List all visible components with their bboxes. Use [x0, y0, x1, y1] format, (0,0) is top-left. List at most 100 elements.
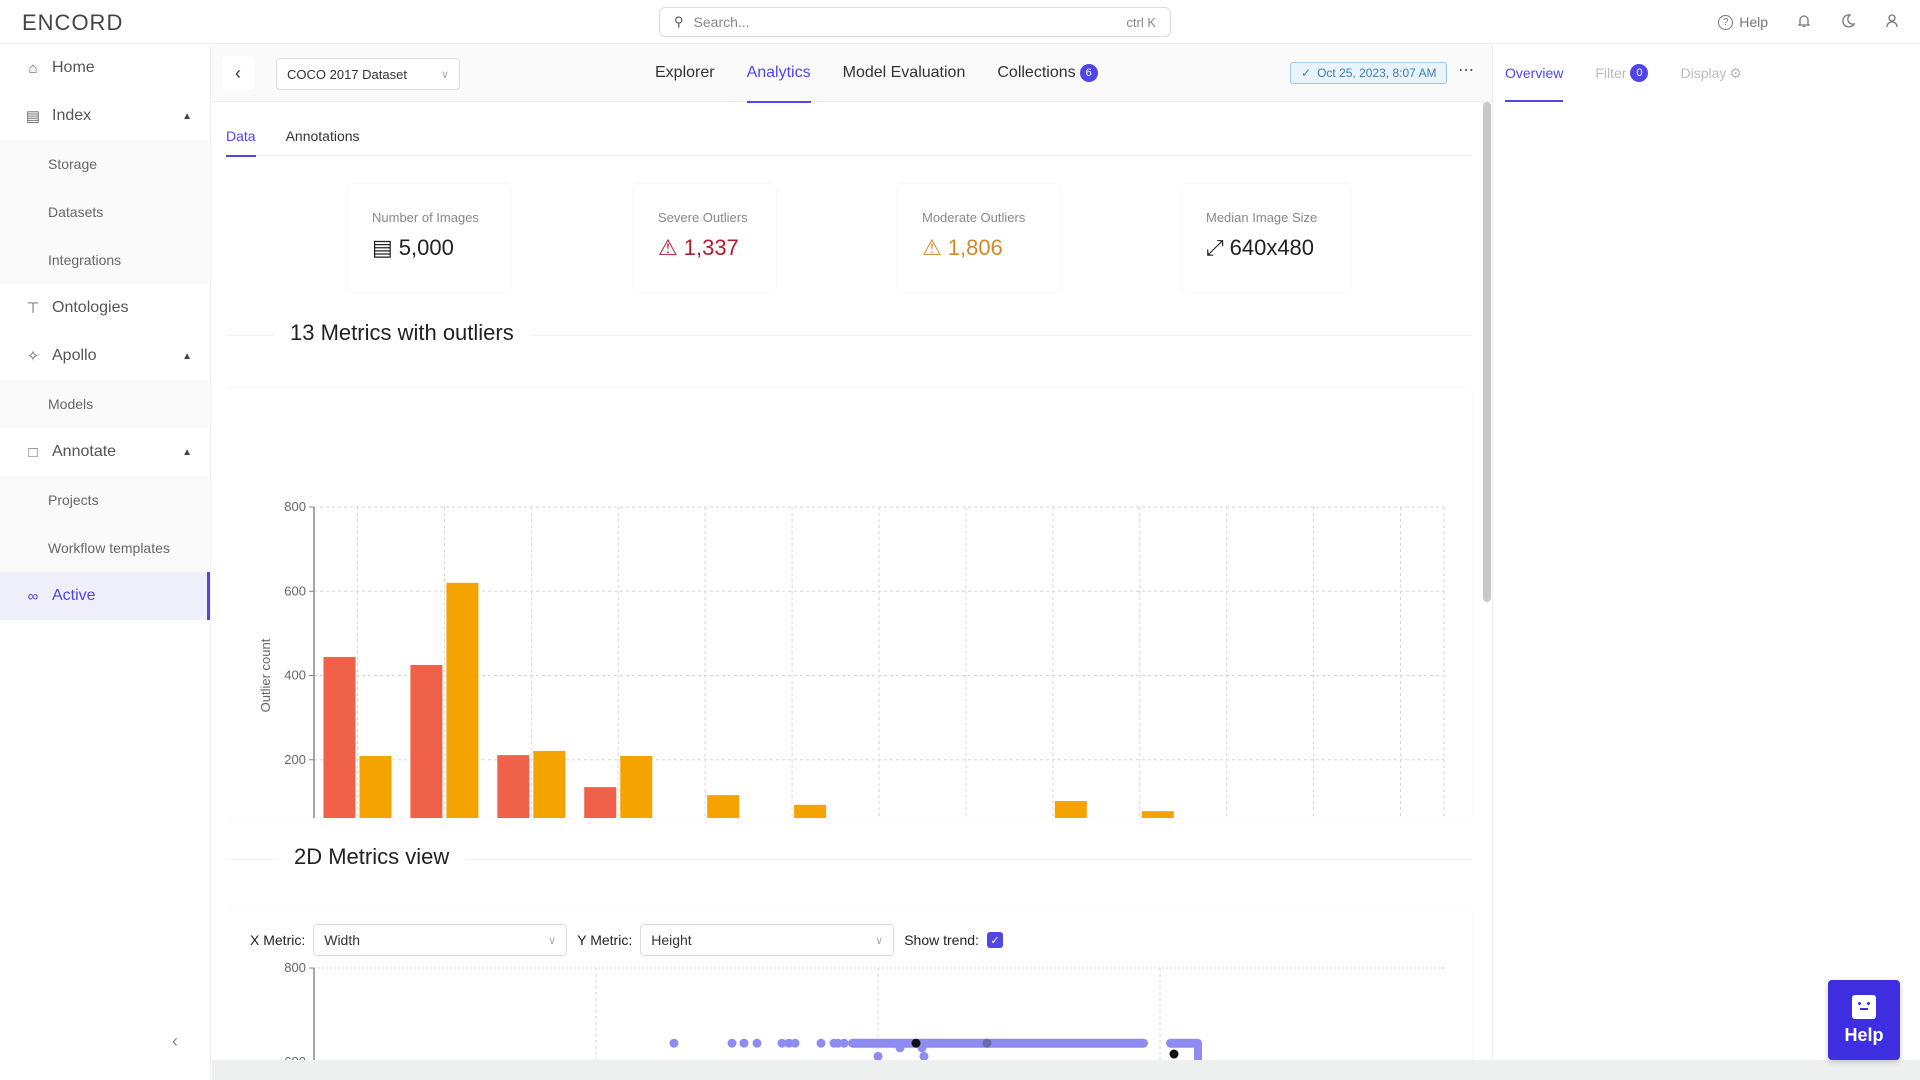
sidebar-item-datasets[interactable]: Datasets: [0, 188, 210, 236]
tab-analytics[interactable]: Analytics: [746, 44, 811, 103]
active-icon: ∞: [27, 587, 39, 605]
tab-label: Collections: [997, 64, 1076, 81]
bar-moderate: [446, 582, 479, 818]
main-tabs: Explorer Analytics Model Evaluation Coll…: [655, 44, 1098, 103]
sidebar-item-label: Ontologies: [52, 299, 129, 316]
top-bar: ENCORD ⚲ Search... ctrl K ? Help: [0, 0, 1920, 44]
sidebar-item-annotate[interactable]: □ Annotate ▲: [0, 428, 210, 476]
help-link[interactable]: ? Help: [1718, 14, 1768, 30]
sidebar-item-integrations[interactable]: Integrations: [0, 236, 210, 284]
database-icon: ▤: [372, 235, 393, 260]
horizontal-scrollbar[interactable]: [212, 1060, 1920, 1080]
sidebar-item-models[interactable]: Models: [0, 380, 210, 428]
y-tick-label: 400: [284, 668, 306, 683]
sidebar-item-home[interactable]: ⌂ Home: [0, 44, 210, 92]
bar-severe: [410, 664, 443, 818]
help-label: Help: [1739, 14, 1768, 30]
sidebar-item-active[interactable]: ∞ Active: [0, 572, 210, 620]
bar-severe: [497, 755, 530, 818]
chevron-up-icon[interactable]: ▲: [182, 447, 192, 458]
robot-icon: [1852, 994, 1876, 1019]
bar-moderate: [794, 804, 827, 818]
stat-value: 5,000: [398, 235, 454, 260]
y-tick-label: 800: [284, 499, 306, 514]
chevron-left-icon: ‹: [235, 62, 241, 83]
chevron-up-icon[interactable]: ▲: [182, 111, 192, 122]
sidebar-item-apollo[interactable]: ✧ Apollo ▲: [0, 332, 210, 380]
stat-label: Median Image Size: [1206, 210, 1318, 225]
tab-model-evaluation[interactable]: Model Evaluation: [843, 44, 966, 102]
sidebar-item-ontologies[interactable]: ⊤ Ontologies: [0, 284, 210, 332]
expand-icon: ⤢: [1206, 235, 1224, 260]
sidebar-item-projects[interactable]: Projects: [0, 476, 210, 524]
home-icon: ⌂: [28, 59, 38, 77]
tab-display[interactable]: Display ⚙: [1680, 44, 1741, 102]
sidebar-item-workflow-templates[interactable]: Workflow templates: [0, 524, 210, 572]
stat-card-moderate-outliers: Moderate Outliers ⚠ 1,806: [898, 184, 1060, 292]
filter-count-badge: 0: [1630, 64, 1649, 82]
stat-value: 1,806: [947, 235, 1003, 260]
tab-label: Display: [1680, 65, 1727, 81]
bar-moderate: [359, 755, 392, 818]
last-updated-chip[interactable]: ✓ Oct 25, 2023, 8:07 AM: [1290, 62, 1448, 84]
y-axis-label: Outlier count: [258, 638, 273, 712]
outliers-bar-chart-card: 0200400600800Outlier countGreen ValueAre…: [226, 388, 1472, 818]
bell-icon[interactable]: [1796, 13, 1812, 32]
metrics2d-section-title: 2D Metrics view: [278, 844, 466, 870]
outliers-bar-chart: 0200400600800Outlier countGreen ValueAre…: [258, 499, 1445, 818]
stat-label: Moderate Outliers: [922, 210, 1026, 225]
top-right-actions: ? Help: [1718, 0, 1900, 44]
tab-label: Filter: [1595, 65, 1627, 81]
dark-mode-moon-icon[interactable]: [1840, 13, 1856, 32]
tab-filter[interactable]: Filter 0: [1595, 44, 1649, 102]
stat-value-row: ⤢ 640x480: [1206, 235, 1326, 261]
tab-overview[interactable]: Overview: [1505, 44, 1564, 102]
collapse-sidebar-chevron-left-icon[interactable]: ‹: [172, 1031, 178, 1052]
bar-moderate: [1054, 801, 1087, 818]
bar-moderate: [707, 795, 740, 818]
annotate-icon: □: [28, 443, 38, 461]
chevron-up-icon[interactable]: ▲: [182, 351, 192, 362]
right-panel: Overview Filter 0 Display ⚙: [1492, 44, 1920, 1060]
bar-severe: [584, 787, 617, 818]
metrics2d-card: X Metric: Width ∨ Y Metric: Height ∨ Sho…: [226, 910, 1472, 1060]
sidebar-item-index[interactable]: ▤ Index ▲: [0, 92, 210, 140]
sidebar-item-label: Annotate: [52, 443, 117, 460]
stat-value-row: ⚠ 1,337: [658, 235, 752, 261]
stat-card-median-image-size: Median Image Size ⤢ 640x480: [1182, 184, 1350, 292]
tab-data[interactable]: Data: [226, 122, 256, 157]
scatter-point-highlight: [982, 1038, 992, 1048]
global-search-input[interactable]: ⚲ Search... ctrl K: [659, 7, 1171, 37]
scatter-point: [873, 1051, 883, 1060]
scatter-point-cluster: [848, 1038, 1148, 1048]
right-panel-tabs: Overview Filter 0 Display ⚙: [1505, 44, 1742, 102]
dataset-select[interactable]: COCO 2017 Dataset ∨: [276, 58, 460, 90]
tab-annotations[interactable]: Annotations: [286, 122, 360, 156]
help-chat-button[interactable]: Help: [1828, 980, 1900, 1060]
y-tick-label: 600: [284, 583, 306, 598]
search-icon: ⚲: [674, 14, 684, 29]
scatter-point: [739, 1038, 749, 1048]
tab-explorer[interactable]: Explorer: [655, 44, 715, 102]
scatter-point: [790, 1038, 800, 1048]
main-vertical-scrollbar[interactable]: [1483, 102, 1491, 602]
sidebar-item-storage[interactable]: Storage: [0, 140, 210, 188]
more-options-ellipsis-icon[interactable]: ⋯: [1458, 60, 1475, 80]
stat-card-number-of-images: Number of Images ▤ 5,000: [348, 184, 510, 292]
bar-moderate: [620, 755, 653, 818]
tab-label: Analytics: [746, 64, 811, 81]
scatter-point-cluster: [1194, 1043, 1202, 1060]
tab-collections[interactable]: Collections 6: [997, 44, 1098, 102]
scatter-point: [919, 1051, 929, 1060]
stat-label: Severe Outliers: [658, 210, 748, 225]
back-button[interactable]: ‹: [222, 56, 254, 90]
dataset-select-value: COCO 2017 Dataset: [287, 66, 407, 82]
warning-icon: ⚠: [922, 235, 942, 260]
sidebar: ⌂ Home ▤ Index ▲ Storage Datasets Integr…: [0, 44, 211, 1080]
tab-label: Model Evaluation: [842, 64, 966, 81]
encord-logo[interactable]: ENCORD: [22, 10, 123, 36]
data-tabs: Data Annotations: [226, 122, 1472, 157]
scatter-point: [752, 1038, 762, 1048]
user-profile-icon[interactable]: [1884, 13, 1900, 32]
stat-value: 1,337: [683, 235, 739, 260]
